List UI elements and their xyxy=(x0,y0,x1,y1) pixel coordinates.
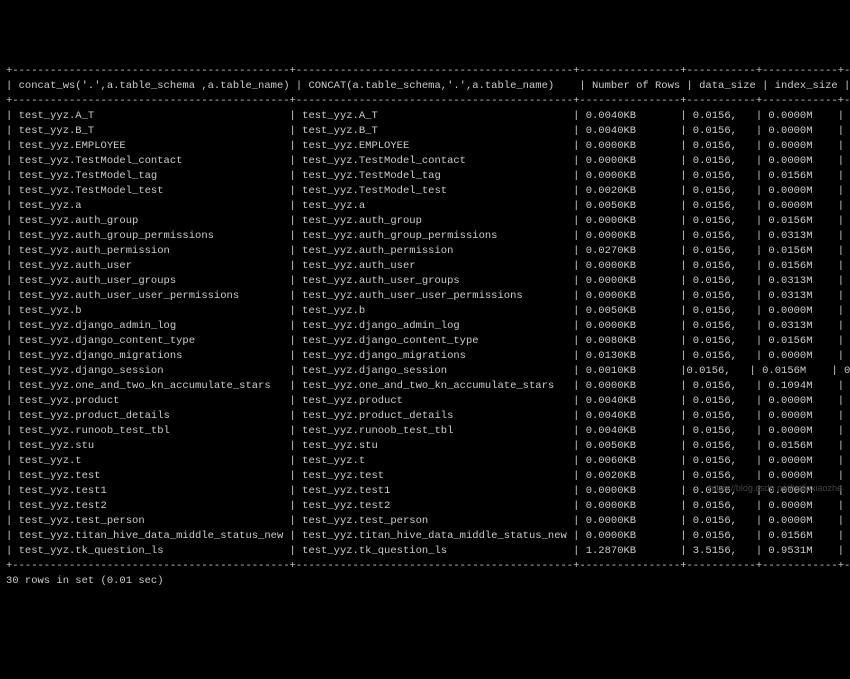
table-row: | test_yyz.TestModel_tag | test_yyz.Test… xyxy=(6,169,844,184)
table-row: | test_yyz.titan_hive_data_middle_status… xyxy=(6,529,844,544)
table-row: | test_yyz.django_admin_log | test_yyz.d… xyxy=(6,319,844,334)
table-border: +---------------------------------------… xyxy=(6,559,844,574)
table-row: | test_yyz.product_details | test_yyz.pr… xyxy=(6,409,844,424)
table-row: | test_yyz.tk_question_ls | test_yyz.tk_… xyxy=(6,544,844,559)
table-row: | test_yyz.django_content_type | test_yy… xyxy=(6,334,844,349)
table-row: | test_yyz.django_session | test_yyz.dja… xyxy=(6,364,844,379)
table-row: | test_yyz.b | test_yyz.b | 0.0050KB | 0… xyxy=(6,304,844,319)
summary-line: 30 rows in set (0.01 sec) xyxy=(6,574,844,589)
table-row: | test_yyz.B_T | test_yyz.B_T | 0.0040KB… xyxy=(6,124,844,139)
table-row: | test_yyz.A_T | test_yyz.A_T | 0.0040KB… xyxy=(6,109,844,124)
sql-result-output: +---------------------------------------… xyxy=(6,64,844,589)
table-row: | test_yyz.TestModel_test | test_yyz.Tes… xyxy=(6,184,844,199)
table-row: | test_yyz.auth_user_user_permissions | … xyxy=(6,289,844,304)
table-row: | test_yyz.auth_user_groups | test_yyz.a… xyxy=(6,274,844,289)
table-row: | test_yyz.auth_group | test_yyz.auth_gr… xyxy=(6,214,844,229)
table-row: | test_yyz.product | test_yyz.product | … xyxy=(6,394,844,409)
table-row: | test_yyz.a | test_yyz.a | 0.0050KB | 0… xyxy=(6,199,844,214)
table-row: | test_yyz.t | test_yyz.t | 0.0060KB | 0… xyxy=(6,454,844,469)
table-row: | test_yyz.one_and_two_kn_accumulate_sta… xyxy=(6,379,844,394)
table-row: | test_yyz.stu | test_yyz.stu | 0.0050KB… xyxy=(6,439,844,454)
table-row: | test_yyz.auth_user | test_yyz.auth_use… xyxy=(6,259,844,274)
table-row: | test_yyz.EMPLOYEE | test_yyz.EMPLOYEE … xyxy=(6,139,844,154)
table-row: | test_yyz.test2 | test_yyz.test2 | 0.00… xyxy=(6,499,844,514)
table-row: | test_yyz.django_migrations | test_yyz.… xyxy=(6,349,844,364)
table-border: | concat_ws('.',a.table_schema ,a.table_… xyxy=(6,79,844,94)
table-border: +---------------------------------------… xyxy=(6,94,844,109)
table-border: +---------------------------------------… xyxy=(6,64,844,79)
watermark: https://blog.csdn.net/helloxiaozhe xyxy=(709,481,842,496)
table-row: | test_yyz.auth_group_permissions | test… xyxy=(6,229,844,244)
table-row: | test_yyz.test_person | test_yyz.test_p… xyxy=(6,514,844,529)
table-row: | test_yyz.TestModel_contact | test_yyz.… xyxy=(6,154,844,169)
table-row: | test_yyz.auth_permission | test_yyz.au… xyxy=(6,244,844,259)
table-row: | test_yyz.runoob_test_tbl | test_yyz.ru… xyxy=(6,424,844,439)
